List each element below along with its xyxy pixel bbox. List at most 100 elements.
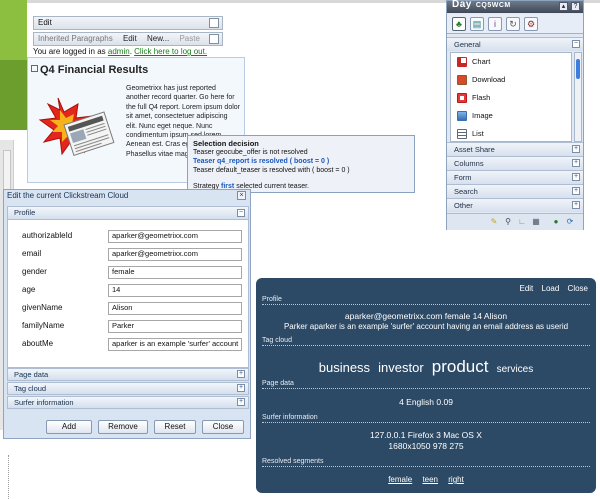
clickstream-editor-dialog[interactable]: Edit the current Clickstream Cloud × Pro… (3, 189, 251, 439)
section-asset-share[interactable]: Asset Share + (447, 142, 583, 156)
inherited-checkbox[interactable] (209, 34, 219, 44)
profile-section-body: authorizableId aparker@geometrixx.com em… (7, 220, 249, 368)
aboutme-input[interactable]: aparker is an example 'surfer' account (108, 338, 242, 351)
tag-cloud-section[interactable]: Tag cloud + (7, 382, 249, 395)
user-link[interactable]: admin (108, 47, 130, 56)
segment-female[interactable]: female (388, 475, 412, 484)
section-other-label: Other (454, 201, 473, 210)
page-tab-icon[interactable]: ▤ (470, 17, 484, 31)
cloud-surfer-header: Surfer information (262, 414, 590, 423)
scaffolding-icon[interactable]: ▦ (531, 217, 541, 227)
component-list-scrollbar[interactable] (574, 52, 582, 142)
expand-icon[interactable]: + (572, 173, 580, 181)
edit-button[interactable]: Edit (123, 34, 137, 43)
selection-decision-tooltip: Selection decision Teaser geocube_offer … (187, 135, 415, 193)
flash-icon (457, 93, 467, 104)
decision-line-2: Teaser q4_report is resolved ( boost = 0… (193, 158, 330, 165)
edit-label[interactable]: Edit (38, 18, 52, 27)
surfer-information-section[interactable]: Surfer information + (7, 396, 249, 409)
cloud-edit-link[interactable]: Edit (519, 284, 533, 293)
expand-icon[interactable]: + (572, 187, 580, 195)
expand-icon[interactable]: + (572, 201, 580, 209)
newspaper-icon (38, 97, 115, 157)
expand-icon[interactable]: + (572, 159, 580, 167)
login-prefix: You are logged in as (33, 47, 106, 56)
sidekick-toolbar: ✎ ⚲ ∟ ▦ ● ⟳ (447, 213, 583, 230)
reset-button[interactable]: Reset (154, 420, 196, 434)
email-input[interactable]: aparker@geometrixx.com (108, 248, 242, 261)
tag-services[interactable]: services (497, 364, 534, 375)
day-logo: Day (452, 0, 472, 10)
expand-icon[interactable]: + (572, 145, 580, 153)
resolved-segments: female teen right (262, 475, 590, 484)
givenname-input[interactable]: Alison (108, 302, 242, 315)
tag-business[interactable]: business (319, 360, 370, 375)
title-bullet-icon (31, 65, 38, 72)
clickstream-cloud-panel: Edit Load Close Profile aparker@geometri… (256, 278, 596, 493)
collapse-icon[interactable]: − (237, 209, 245, 217)
collapse-icon[interactable]: − (572, 40, 580, 48)
tag-product[interactable]: product (432, 357, 489, 376)
cloud-page-data-header: Page data (262, 380, 590, 389)
segment-teen[interactable]: teen (422, 475, 438, 484)
preview-icon[interactable]: ⚲ (503, 217, 513, 227)
section-other[interactable]: Other + (447, 198, 583, 212)
sidekick-titlebar[interactable]: Day CQ5WCM ▴ ? (447, 0, 583, 13)
tag-investor[interactable]: investor (378, 360, 424, 375)
design-mode-icon[interactable]: ∟ (517, 217, 527, 227)
close-icon[interactable]: × (237, 191, 246, 200)
add-button[interactable]: Add (46, 420, 92, 434)
left-banner-shade (0, 60, 27, 130)
component-label: Image (472, 111, 493, 120)
cloud-surfer-line-1: 127.0.0.1 Firefox 3 Mac OS X (370, 430, 482, 440)
inherited-paragraphs-label: Inherited Paragraphs (38, 34, 113, 43)
scrollbar-thumb[interactable] (576, 59, 580, 79)
decision-line-3: Teaser default_teaser is resolved with (… (193, 167, 350, 174)
information-tab-icon[interactable]: i (488, 17, 502, 31)
segment-right[interactable]: right (448, 475, 464, 484)
cloud-close-link[interactable]: Close (568, 284, 588, 293)
globe-icon[interactable]: ● (551, 217, 561, 227)
section-asset-share-label: Asset Share (454, 145, 495, 154)
component-flash[interactable]: Flash (457, 91, 490, 109)
profile-section-header[interactable]: Profile − (7, 206, 249, 220)
page-data-section[interactable]: Page data + (7, 368, 249, 381)
editbar-checkbox[interactable] (209, 18, 219, 28)
section-search[interactable]: Search + (447, 184, 583, 198)
help-icon[interactable]: ? (571, 2, 580, 11)
gender-input[interactable]: female (108, 266, 242, 279)
refresh-icon[interactable]: ⟳ (565, 217, 575, 227)
components-tab-icon[interactable]: ♣ (452, 17, 466, 31)
section-columns[interactable]: Columns + (447, 156, 583, 170)
paragraph-editbar[interactable]: Edit (33, 16, 223, 30)
field-label-authorizableid: authorizableId (22, 231, 73, 240)
dialog-title: Edit the current Clickstream Cloud (7, 191, 129, 200)
close-button[interactable]: Close (202, 420, 244, 434)
expand-icon[interactable]: + (237, 384, 245, 392)
cloud-actions: Edit Load Close (513, 284, 588, 293)
component-download[interactable]: Download (457, 73, 505, 91)
remove-button[interactable]: Remove (98, 420, 148, 434)
workflow-tab-icon[interactable]: ⚙ (524, 17, 538, 31)
component-image[interactable]: Image (457, 109, 493, 127)
section-form[interactable]: Form + (447, 170, 583, 184)
expand-icon[interactable]: + (237, 370, 245, 378)
paste-button: Paste (179, 34, 200, 43)
component-list-item[interactable]: List (457, 127, 484, 141)
versioning-tab-icon[interactable]: ↻ (506, 17, 520, 31)
minimize-icon[interactable]: ▴ (559, 2, 568, 11)
authorizableid-input[interactable]: aparker@geometrixx.com (108, 230, 242, 243)
cloud-load-link[interactable]: Load (542, 284, 560, 293)
section-general[interactable]: General − (447, 37, 583, 51)
edit-mode-icon[interactable]: ✎ (489, 217, 499, 227)
new-button[interactable]: New... (147, 34, 169, 43)
logout-link[interactable]: Click here to log out. (134, 47, 207, 56)
sidekick-panel[interactable]: Day CQ5WCM ▴ ? ♣ ▤ i ↻ ⚙ General − Chart … (446, 0, 584, 230)
component-chart[interactable]: Chart (457, 55, 490, 73)
age-input[interactable]: 14 (108, 284, 242, 297)
expand-icon[interactable]: + (237, 398, 245, 406)
field-label-givenname: givenName (22, 303, 63, 312)
decision-heading: Selection decision (193, 139, 259, 148)
field-label-aboutme: aboutMe (22, 339, 54, 348)
familyname-input[interactable]: Parker (108, 320, 242, 333)
